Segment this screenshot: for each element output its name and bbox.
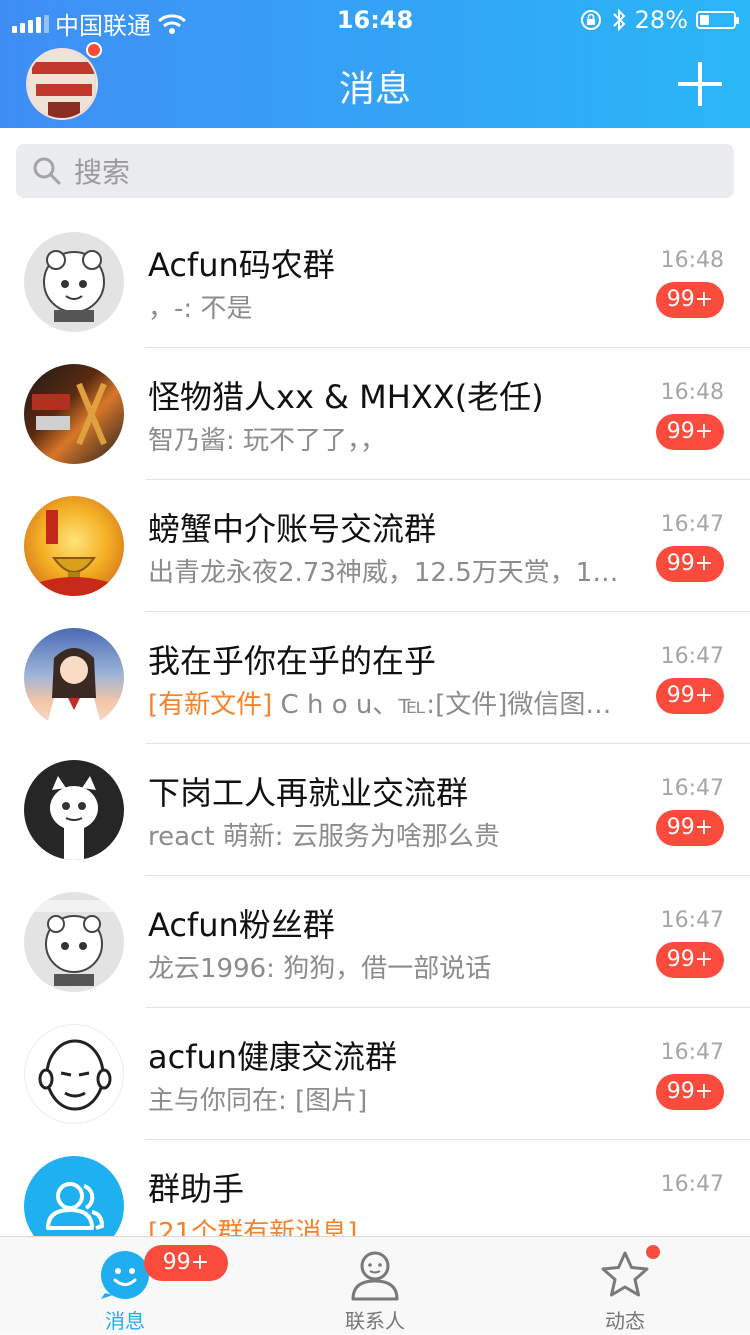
conversation-preview: 智乃酱: 玩不了了，， [148,426,387,456]
conversation-time: 16:47 [660,1172,724,1197]
tab-label: 消息 [105,1309,145,1333]
conversation-preview: [有新文件] C h o u、℡:[文件]微信图… [148,684,628,721]
search-placeholder: 搜索 [74,156,131,189]
unread-badge: 99+ [656,546,724,582]
conversation-row[interactable]: 下岗工人再就业交流群 react 萌新: 云服务为啥那么贵 16:47 99+ [0,744,750,876]
tab-feed[interactable]: 动态 [500,1237,750,1335]
conversation-list: Acfun码农群 ，-: 不是 16:48 99+ 怪物猎人xx & MHXX(… [0,216,750,1272]
conversation-preview: react 萌新: 云服务为啥那么贵 [148,822,500,852]
conversation-name: Acfun码农群 [148,246,335,284]
conversation-preview: 龙云1996: 狗狗，借一部说话 [148,954,492,984]
contacts-person-icon [351,1251,399,1301]
conversation-name: Acfun粉丝群 [148,906,335,944]
conversation-time: 16:47 [660,776,724,801]
search-icon [33,157,61,185]
conversation-time: 16:47 [660,512,724,537]
conversation-row[interactable]: 怪物猎人xx & MHXX(老任) 智乃酱: 玩不了了，， 16:48 99+ [0,348,750,480]
new-file-tag: [有新文件] [148,690,273,720]
conversation-name: 我在乎你在乎的在乎 [148,642,437,680]
conversation-preview: 主与你同在: [图片] [148,1086,368,1116]
conversation-time: 16:47 [660,644,724,669]
message-smiley-icon [101,1251,149,1299]
tab-unread-badge: 99+ [144,1245,228,1281]
conversation-row[interactable]: Acfun码农群 ，-: 不是 16:48 99+ [0,216,750,348]
preview-text: C h o u、℡:[文件]微信图… [272,690,612,720]
status-bar: 中国联通 16:48 28% [0,0,750,40]
conversation-name: acfun健康交流群 [148,1038,398,1076]
plus-icon[interactable] [672,56,728,112]
group-avatar [24,1024,124,1124]
unread-badge: 99+ [656,1074,724,1110]
conversation-time: 16:47 [660,1040,724,1065]
conversation-preview: 出青龙永夜2.73神威，12.5万天赏，10… [148,558,628,588]
conversation-time: 16:47 [660,908,724,933]
group-avatar [24,760,124,860]
unread-badge: 99+ [656,942,724,978]
unread-badge: 99+ [656,282,724,318]
tab-bar: 消息 99+ 联系人 动态 [0,1236,750,1334]
page-title: 消息 [338,69,411,110]
star-icon [601,1251,649,1297]
group-avatar [24,232,124,332]
conversation-preview: ，-: 不是 [148,294,253,324]
conversation-row[interactable]: Acfun粉丝群 龙云1996: 狗狗，借一部说话 16:47 99+ [0,876,750,1008]
unread-badge: 99+ [656,678,724,714]
group-avatar [24,364,124,464]
unread-badge: 99+ [656,414,724,450]
orientation-lock-icon [580,10,601,30]
conversation-row[interactable]: 螃蟹中介账号交流群 出青龙永夜2.73神威，12.5万天赏，10… 16:47 … [0,480,750,612]
conversation-time: 16:48 [660,380,724,405]
profile-notification-dot [86,42,102,58]
tab-label: 联系人 [345,1309,405,1333]
unread-badge: 99+ [656,810,724,846]
conversation-name: 螃蟹中介账号交流群 [148,510,437,548]
tab-contacts[interactable]: 联系人 [250,1237,500,1335]
bluetooth-icon [612,8,626,32]
app-header: 中国联通 16:48 28% 消息 [0,0,750,128]
tab-messages[interactable]: 消息 99+ [0,1237,250,1335]
battery-percent: 28% [634,6,688,34]
battery-icon [696,11,739,29]
conversation-row[interactable]: acfun健康交流群 主与你同在: [图片] 16:47 99+ [0,1008,750,1140]
tab-label: 动态 [605,1309,645,1333]
conversation-name: 下岗工人再就业交流群 [148,774,469,812]
search-input[interactable]: 搜索 [16,144,734,198]
search-bar: 搜索 [0,128,750,208]
tab-notification-dot [644,1243,662,1261]
conversation-row[interactable]: 我在乎你在乎的在乎 [有新文件] C h o u、℡:[文件]微信图… 16:4… [0,612,750,744]
conversation-name: 怪物猎人xx & MHXX(老任) [148,378,544,416]
group-avatar [24,892,124,992]
conversation-time: 16:48 [660,248,724,273]
group-avatar [24,628,124,728]
group-avatar [24,496,124,596]
conversation-name: 群助手 [148,1170,245,1208]
